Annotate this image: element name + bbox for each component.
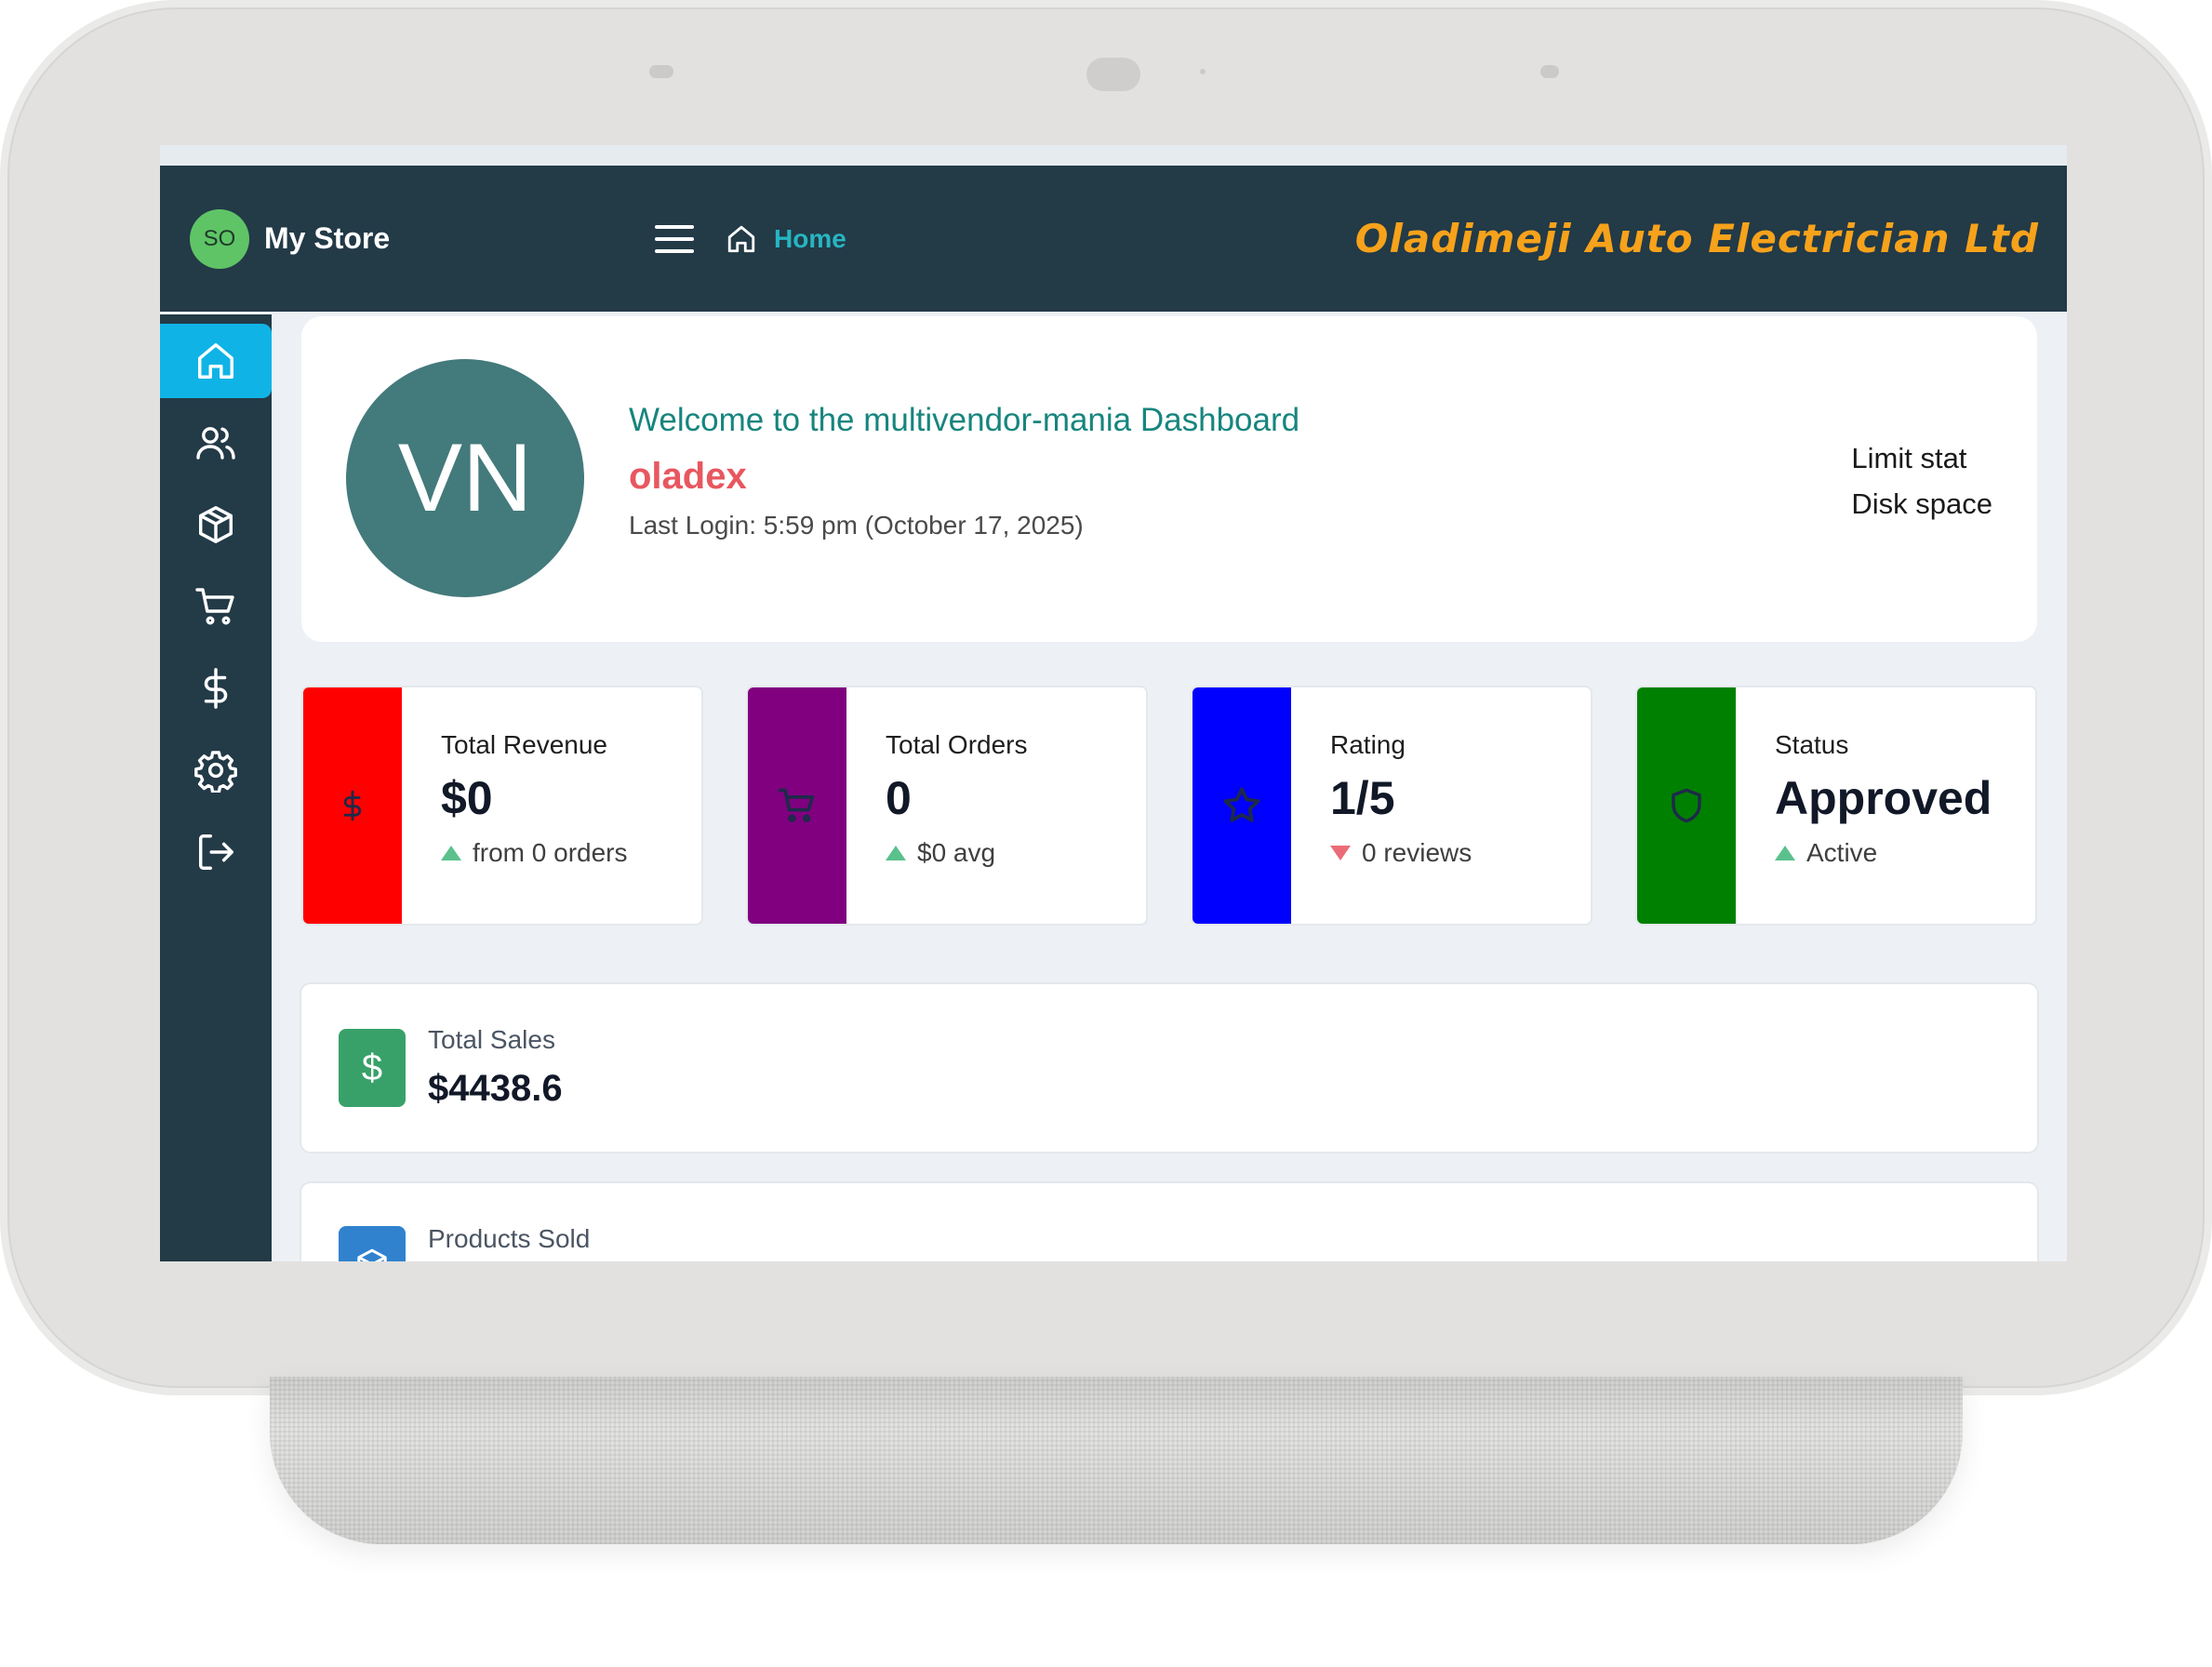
sidebar-item-home[interactable]	[160, 324, 272, 398]
total-sales-card: $ Total Sales $4438.6	[301, 984, 2037, 1152]
stat-strip	[748, 687, 846, 924]
sidebar-item-payments[interactable]	[160, 651, 272, 726]
device-sensor-right	[1540, 65, 1559, 78]
stat-body: Rating 1/5 0 reviews	[1330, 730, 1472, 868]
dollar-icon	[343, 790, 362, 821]
home-icon	[198, 343, 233, 379]
limits-panel: Limit stat Disk space	[1851, 435, 1992, 527]
dollar-icon: $	[339, 1029, 406, 1107]
screen-top-strip	[160, 145, 2067, 166]
trend-up-icon	[886, 846, 906, 860]
stat-value: $0	[441, 772, 493, 824]
stat-strip	[1193, 687, 1291, 924]
stat-label: Total Orders	[886, 730, 1028, 759]
welcome-card: VN Welcome to the multivendor-mania Dash…	[301, 316, 2037, 642]
products-sold-card: Products Sold	[301, 1183, 2037, 1261]
stat-body: Total Revenue $0 from 0 orders	[441, 730, 628, 868]
sidebar-item-logout[interactable]	[160, 815, 272, 889]
company-name: Oladimeji Auto Electrician Ltd	[1354, 216, 2039, 261]
sidebar-item-orders[interactable]	[160, 569, 272, 644]
brand[interactable]: SO My Store	[190, 208, 599, 269]
brand-name: My Store	[264, 221, 391, 255]
limit-stat-label: Limit stat	[1851, 442, 1967, 474]
stat-body: Status Approved Active	[1775, 730, 1992, 868]
dollar-icon	[204, 668, 228, 709]
stat-label: Status	[1775, 730, 1849, 759]
home-link[interactable]: Home	[726, 222, 846, 256]
welcome-text: Welcome to the multivendor-mania Dashboa…	[629, 402, 1299, 540]
total-sales-label: Total Sales	[428, 1025, 555, 1054]
sidebar-item-users[interactable]	[160, 406, 272, 480]
stat-strip	[303, 687, 402, 924]
device-stand	[270, 1377, 1963, 1544]
stat-sub: Active	[1775, 838, 1992, 868]
sidebar	[160, 314, 272, 1261]
stat-body: Total Orders 0 $0 avg	[886, 730, 1028, 868]
stat-sub: 0 reviews	[1330, 838, 1472, 868]
device-sensor-dot	[1200, 69, 1206, 74]
sidebar-item-settings[interactable]	[160, 733, 272, 807]
stat-label: Total Revenue	[441, 730, 608, 759]
trend-up-icon	[441, 846, 461, 860]
device-sensor-left	[649, 65, 673, 78]
device-frame: SO My Store Home Oladimeji Auto Electric…	[0, 0, 2212, 1395]
stat-sub-text: 0 reviews	[1362, 838, 1472, 867]
home-icon	[727, 225, 755, 252]
top-navbar: SO My Store Home Oladimeji Auto Electric…	[160, 166, 2067, 312]
stat-card-status: Status Approved Active	[1637, 687, 2035, 924]
box-icon	[198, 506, 233, 543]
home-link-label: Home	[774, 223, 846, 253]
stat-sub: from 0 orders	[441, 838, 628, 868]
sidebar-item-products[interactable]	[160, 487, 272, 562]
last-login: Last Login: 5:59 pm (October 17, 2025)	[629, 511, 1084, 540]
stat-strip	[1637, 687, 1736, 924]
stat-card-revenue: Total Revenue $0 from 0 orders	[303, 687, 701, 924]
gear-icon	[194, 751, 237, 793]
stat-label: Rating	[1330, 730, 1406, 759]
stat-sub-text: $0 avg	[917, 838, 996, 867]
users-icon	[196, 427, 235, 460]
welcome-message: Welcome to the multivendor-mania Dashboa…	[629, 402, 1300, 438]
screen: SO My Store Home Oladimeji Auto Electric…	[160, 145, 2067, 1261]
products-sold-body: Products Sold	[428, 1224, 590, 1261]
device-camera	[1086, 58, 1140, 91]
star-icon	[1223, 787, 1260, 822]
disk-space-label: Disk space	[1851, 487, 1992, 520]
stat-value: 1/5	[1330, 772, 1395, 824]
stat-value: Approved	[1775, 772, 1992, 824]
total-sales-value: $4438.6	[428, 1068, 563, 1109]
username: oladex	[629, 456, 747, 497]
stat-card-rating: Rating 1/5 0 reviews	[1193, 687, 1591, 924]
brand-avatar: SO	[190, 208, 249, 269]
products-sold-label: Products Sold	[428, 1224, 591, 1253]
menu-toggle-icon[interactable]	[655, 224, 694, 253]
user-avatar: VN	[346, 359, 584, 597]
trend-down-icon	[1330, 846, 1351, 860]
logout-icon	[198, 834, 233, 870]
total-sales-body: Total Sales $4438.6	[428, 1025, 563, 1110]
cart-icon	[778, 788, 815, 822]
stat-sub-text: Active	[1806, 838, 1878, 867]
box-icon	[339, 1226, 406, 1261]
cart-icon	[195, 588, 234, 625]
stat-sub-text: from 0 orders	[473, 838, 628, 867]
stat-value: 0	[886, 772, 912, 824]
stat-card-orders: Total Orders 0 $0 avg	[748, 687, 1146, 924]
trend-up-icon	[1775, 846, 1795, 860]
shield-icon	[1672, 788, 1701, 823]
stat-sub: $0 avg	[886, 838, 1028, 868]
